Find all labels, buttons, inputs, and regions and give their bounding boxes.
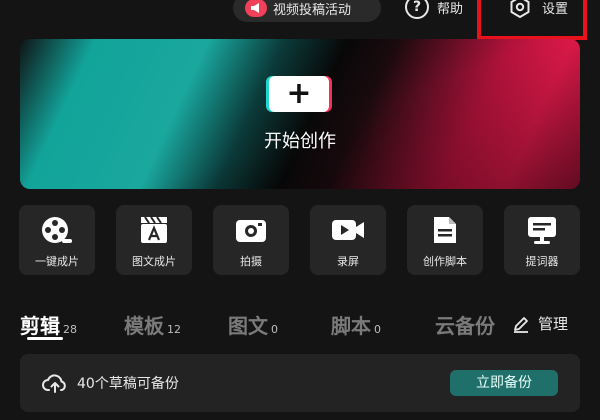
backup-banner: 40个草稿可备份 立即备份 xyxy=(20,354,580,412)
manage-label: 管理 xyxy=(538,315,569,333)
clapper-text-icon xyxy=(138,215,170,245)
megaphone-icon xyxy=(245,0,267,17)
event-button[interactable]: 视频投稿活动 xyxy=(233,0,381,22)
help-label: 帮助 xyxy=(437,1,464,17)
help-icon: ? xyxy=(405,0,429,19)
draft-tabs: 剪辑 28 模板 12 图文 0 脚本 0 云备份 xyxy=(20,310,580,340)
active-tab-indicator xyxy=(27,337,63,340)
start-creating-card[interactable]: + 开始创作 xyxy=(20,39,580,189)
plus-icon: + xyxy=(269,76,329,112)
backup-now-button[interactable]: 立即备份 xyxy=(450,370,558,396)
tool-camera[interactable]: 拍摄 xyxy=(213,205,289,275)
teleprompter-icon xyxy=(526,215,558,245)
camera-icon xyxy=(234,215,268,245)
tab-cloud-backup[interactable]: 云备份 xyxy=(435,310,495,339)
tab-script[interactable]: 脚本 0 xyxy=(331,310,381,339)
tab-edit[interactable]: 剪辑 28 xyxy=(20,310,77,339)
tool-label: 录屏 xyxy=(337,255,359,268)
tool-image-text-video[interactable]: 图文成片 xyxy=(116,205,192,275)
film-reel-icon xyxy=(40,215,74,245)
tool-one-click-video[interactable]: 一键成片 xyxy=(19,205,95,275)
tool-label: 图文成片 xyxy=(132,255,176,268)
tool-label: 拍摄 xyxy=(240,255,262,268)
tool-teleprompter[interactable]: 提词器 xyxy=(504,205,580,275)
tool-label: 提词器 xyxy=(525,255,559,268)
video-record-icon xyxy=(330,215,366,245)
help-button[interactable]: ? 帮助 xyxy=(405,0,463,22)
settings-highlight-box xyxy=(477,0,587,40)
event-label: 视频投稿活动 xyxy=(273,2,352,18)
manage-button[interactable]: 管理 xyxy=(512,313,568,334)
tab-template[interactable]: 模板 12 xyxy=(124,310,181,339)
tool-creative-script[interactable]: 创作脚本 xyxy=(407,205,483,275)
tool-label: 创作脚本 xyxy=(423,255,467,268)
tool-screen-record[interactable]: 录屏 xyxy=(310,205,386,275)
cloud-upload-icon xyxy=(42,374,66,393)
script-document-icon xyxy=(431,215,459,245)
tab-image-text[interactable]: 图文 0 xyxy=(228,310,278,339)
start-creating-label: 开始创作 xyxy=(264,131,336,152)
edit-pencil-icon xyxy=(514,316,528,333)
tool-label: 一键成片 xyxy=(35,255,79,268)
backup-text: 40个草稿可备份 xyxy=(77,376,179,392)
